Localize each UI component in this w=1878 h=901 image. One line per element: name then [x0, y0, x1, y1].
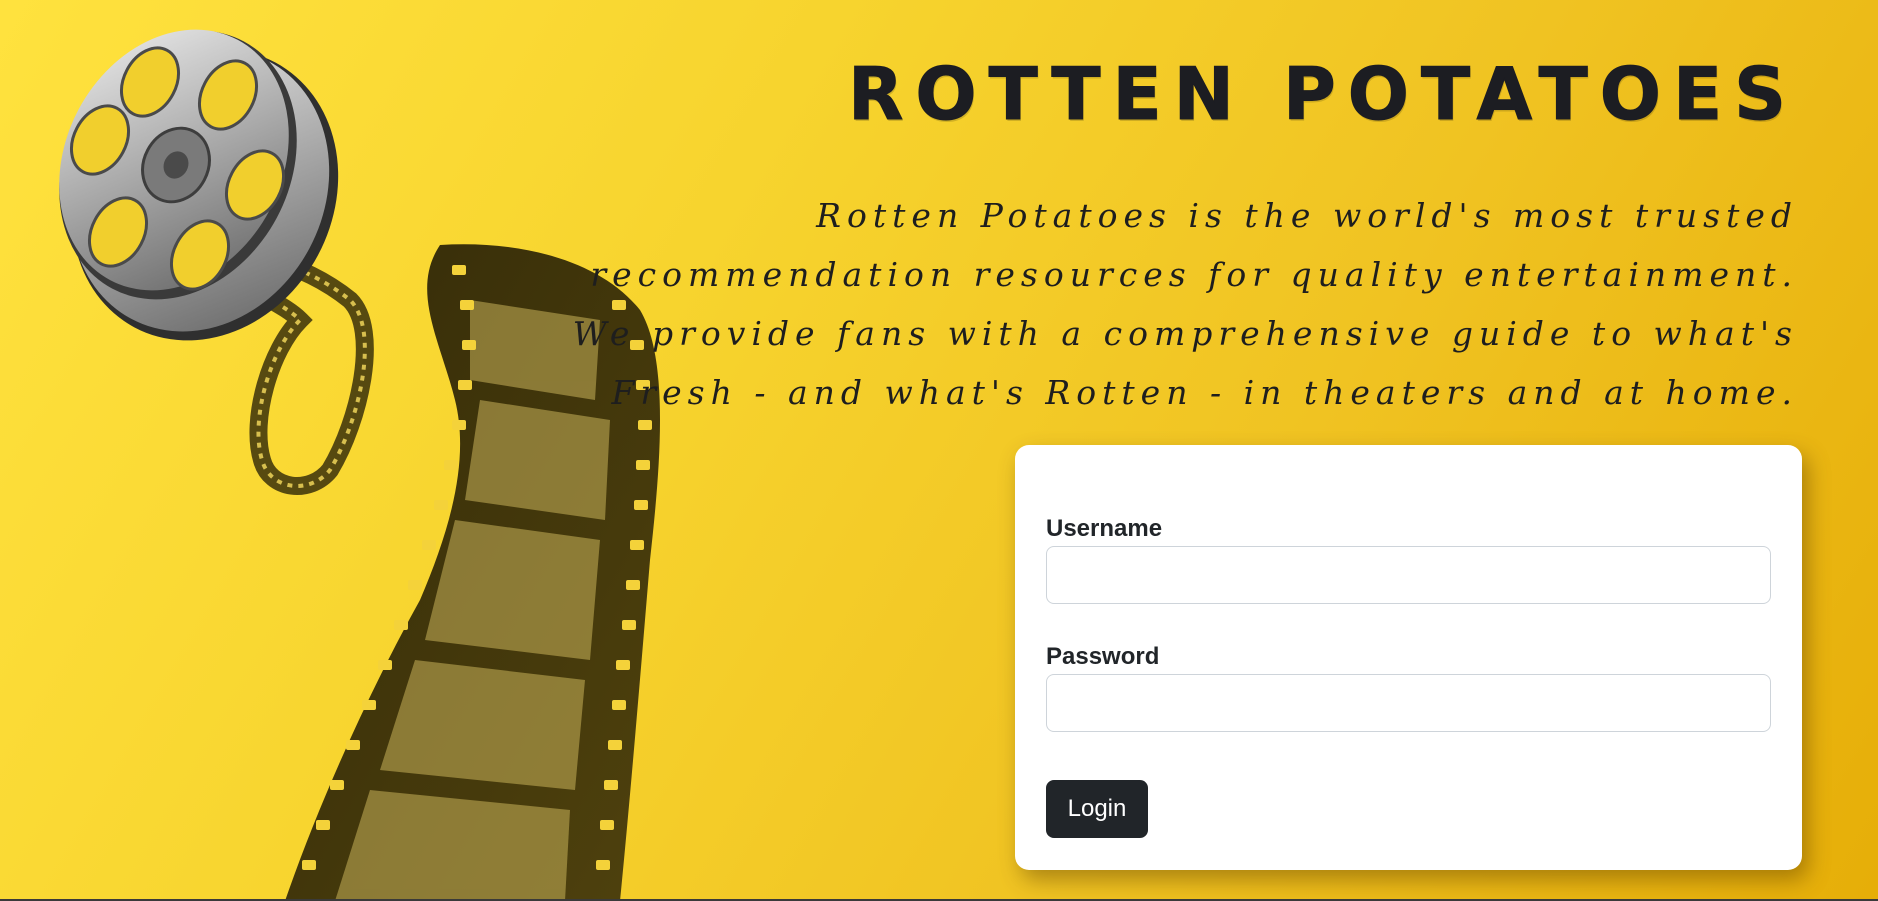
tagline: Rotten Potatoes is the world's most trus…	[572, 196, 1798, 412]
username-input[interactable]	[1046, 546, 1771, 604]
login-button[interactable]: Login	[1046, 780, 1148, 838]
film-reel-icon	[59, 29, 660, 901]
landing-page: Rotten Potatoes Rotten Potatoes is the w…	[0, 0, 1878, 901]
password-input[interactable]	[1046, 674, 1771, 732]
username-label: Username	[1046, 515, 1163, 542]
password-label: Password	[1046, 643, 1160, 670]
login-form: Username Password Login	[1015, 445, 1802, 870]
page-title: Rotten Potatoes	[847, 52, 1798, 136]
